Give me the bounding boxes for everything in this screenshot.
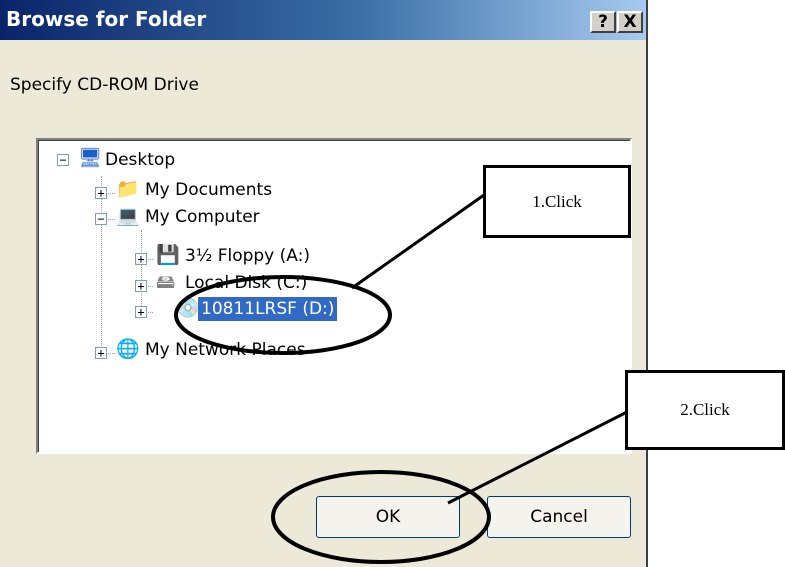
tree-item-my-documents[interactable]: My Documents: [142, 178, 275, 202]
expand-toggle[interactable]: +: [95, 347, 107, 359]
collapse-toggle[interactable]: −: [95, 213, 107, 225]
network-places-icon: 🌐: [116, 338, 140, 360]
computer-icon: 💻: [116, 205, 140, 227]
browse-for-folder-dialog: Browse for Folder ? X Specify CD-ROM Dri…: [0, 0, 648, 567]
help-button[interactable]: ?: [590, 11, 616, 33]
tree-connector: [101, 176, 102, 354]
tree-connector: [141, 230, 142, 312]
expand-toggle[interactable]: +: [135, 280, 147, 292]
expand-toggle[interactable]: +: [135, 306, 147, 318]
collapse-toggle[interactable]: −: [57, 154, 69, 166]
tree-item-local-disk-c[interactable]: Local Disk (C:): [182, 271, 310, 295]
callout-step-1: 1.Click: [483, 165, 631, 238]
tree-item-floppy-a[interactable]: 3½ Floppy (A:): [182, 244, 313, 268]
hard-disk-icon: 🖴: [156, 271, 176, 293]
tree-item-my-network-places[interactable]: My Network Places: [142, 338, 309, 362]
cd-drive-icon: 💿: [176, 297, 200, 319]
close-button[interactable]: X: [617, 11, 643, 33]
tree-item-cd-drive-d[interactable]: 10811LRSF (D:): [196, 296, 339, 322]
expand-toggle[interactable]: +: [95, 187, 107, 199]
floppy-drive-icon: 💾: [156, 244, 180, 266]
title-bar[interactable]: Browse for Folder ? X: [0, 0, 646, 40]
callout-step-2: 2.Click: [625, 370, 785, 450]
dialog-prompt: Specify CD-ROM Drive: [10, 75, 199, 95]
expand-toggle[interactable]: +: [135, 253, 147, 265]
folder-icon: 📁: [116, 178, 140, 200]
cancel-button[interactable]: Cancel: [487, 496, 631, 538]
tree-item-my-computer[interactable]: My Computer: [142, 205, 263, 229]
tree-item-desktop[interactable]: Desktop: [102, 148, 178, 172]
ok-button[interactable]: OK: [316, 496, 460, 538]
window-title: Browse for Folder: [6, 7, 207, 31]
desktop-icon: 🖥: [78, 147, 103, 169]
